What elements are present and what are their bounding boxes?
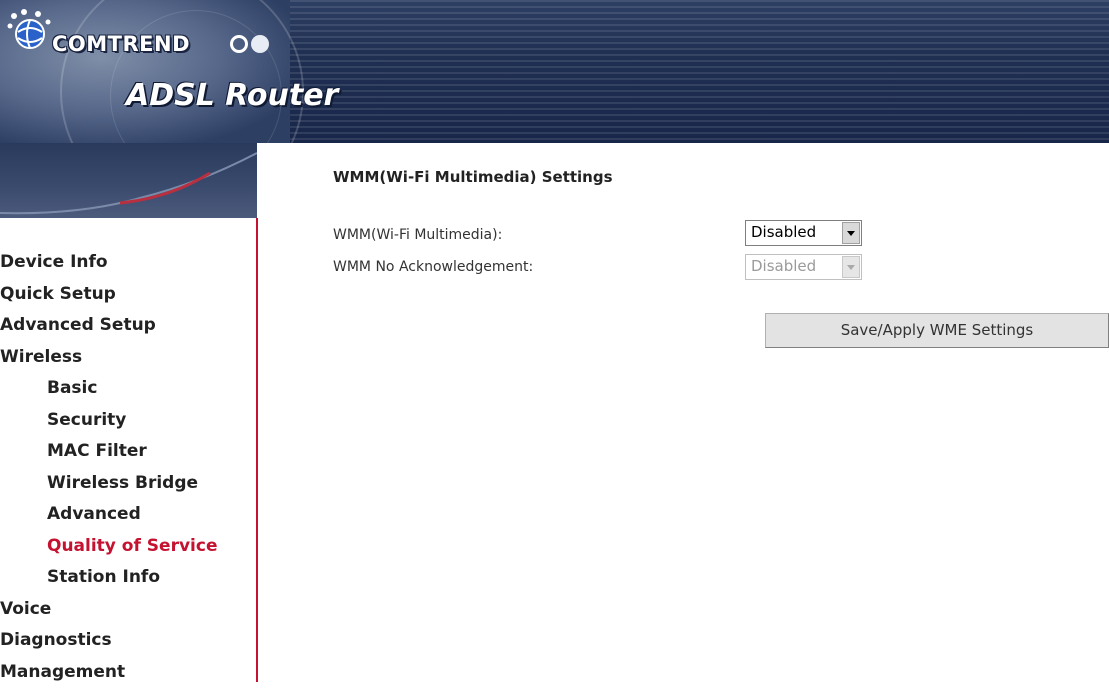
chevron-down-icon[interactable]: [842, 222, 860, 244]
wmm-label: WMM(Wi-Fi Multimedia):: [333, 227, 502, 243]
logo-dot-shape: [251, 35, 269, 53]
sidebar-item-voice[interactable]: Voice: [0, 598, 217, 630]
sidebar-item-advanced-setup[interactable]: Advanced Setup: [0, 314, 217, 346]
wmm-select-value: Disabled: [751, 223, 816, 241]
sidebar-item-management[interactable]: Management: [0, 661, 217, 692]
wmm-no-ack-label: WMM No Acknowledgement:: [333, 259, 533, 275]
sidebar-item-diagnostics[interactable]: Diagnostics: [0, 629, 217, 661]
sidebar-item-station-info[interactable]: Station Info: [0, 566, 217, 598]
sidebar-item-wireless-bridge[interactable]: Wireless Bridge: [0, 472, 217, 504]
logo-ring-shape: [230, 35, 248, 53]
sidebar-nav: Device Info Quick Setup Advanced Setup W…: [0, 251, 217, 692]
sidebar-art-swoosh: [0, 143, 257, 218]
sidebar-item-basic[interactable]: Basic: [0, 377, 217, 409]
brand-logo-dots: [230, 33, 272, 53]
product-title: ADSL Router: [126, 78, 338, 113]
brand-logo-text: COMTREND: [52, 32, 190, 56]
chevron-down-icon: [842, 256, 860, 278]
sidebar-item-wireless[interactable]: Wireless: [0, 346, 217, 378]
sidebar: Device Info Quick Setup Advanced Setup W…: [0, 218, 258, 682]
sidebar-item-quick-setup[interactable]: Quick Setup: [0, 283, 217, 315]
sidebar-item-mac-filter[interactable]: MAC Filter: [0, 440, 217, 472]
wmm-select[interactable]: Disabled: [745, 220, 862, 246]
page-title: WMM(Wi-Fi Multimedia) Settings: [333, 168, 613, 186]
sidebar-item-advanced[interactable]: Advanced: [0, 503, 217, 535]
wmm-no-ack-select: Disabled: [745, 254, 862, 280]
sidebar-header-art: [0, 143, 257, 218]
wmm-no-ack-select-value: Disabled: [751, 257, 816, 275]
header-banner: COMTREND ADSL Router: [0, 0, 1109, 143]
save-apply-wme-settings-button[interactable]: Save/Apply WME Settings: [765, 313, 1109, 348]
sidebar-item-quality-of-service[interactable]: Quality of Service: [0, 535, 217, 567]
sidebar-item-device-info[interactable]: Device Info: [0, 251, 217, 283]
sidebar-item-security[interactable]: Security: [0, 409, 217, 441]
header-stripes: [260, 0, 1109, 143]
